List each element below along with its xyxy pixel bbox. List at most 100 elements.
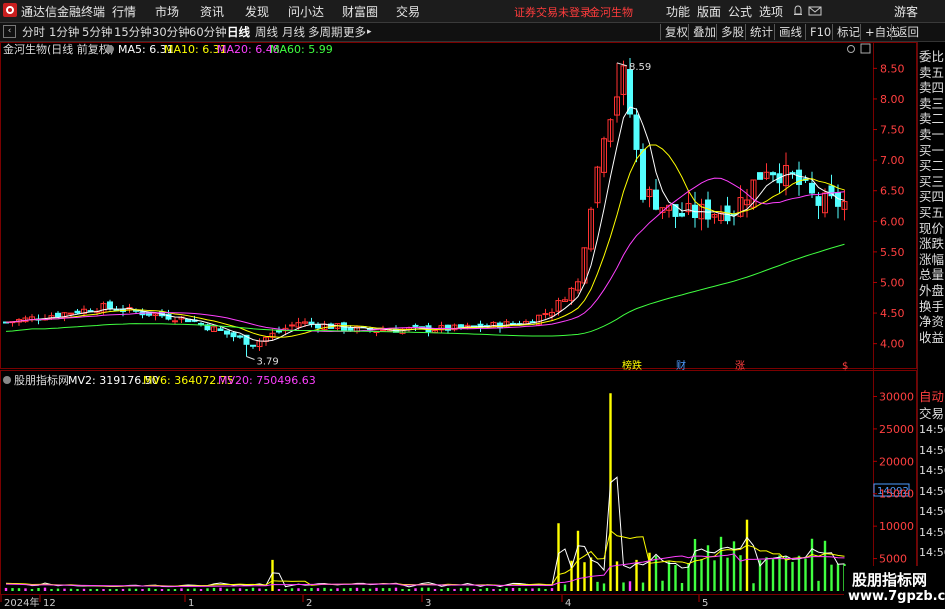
candle-body (237, 335, 243, 338)
menu-gongneng[interactable]: 功能 (666, 3, 690, 20)
volume-bar (654, 556, 658, 591)
volume-bar (316, 588, 320, 591)
indicator-settings-icon[interactable] (106, 45, 114, 53)
btn-tongji[interactable]: 统计 (745, 24, 773, 40)
app-logo-icon (3, 3, 17, 17)
period-monthly[interactable]: 月线 (282, 24, 305, 40)
volume-tick-label: 5000 (879, 553, 907, 566)
volume-bar (232, 588, 235, 591)
btn-f10[interactable]: F10 (805, 24, 831, 40)
menu-shichang[interactable]: 市场 (155, 3, 179, 20)
volume-bar (245, 589, 248, 591)
gear-icon[interactable] (847, 45, 855, 53)
login-notice[interactable]: 证券交易未登录 (514, 4, 591, 20)
volume-bar (817, 580, 820, 591)
volume-bar (251, 587, 255, 591)
ma-line-ma5 (5, 106, 845, 342)
volume-line-mv20 (5, 553, 845, 587)
volume-bar (492, 589, 495, 591)
volume-bar (173, 589, 177, 591)
main-chart-title: 金河生物(日线 前复权) (3, 42, 114, 56)
date-tick-label: 3 (425, 598, 431, 609)
sub-indicator-icon[interactable] (3, 376, 11, 384)
collapse-icon[interactable]: ‹ (3, 25, 16, 38)
candle-body (672, 204, 679, 217)
marker-dollar[interactable]: $ (842, 361, 848, 372)
guest-label[interactable]: 游客 (894, 3, 918, 20)
volume-bar (693, 538, 697, 591)
btn-fanhui[interactable]: 返回 (891, 24, 919, 40)
envelope-icon[interactable] (808, 6, 822, 16)
date-tick-label: 12 (43, 598, 56, 609)
volume-bar (368, 588, 372, 591)
bell-icon[interactable] (794, 5, 802, 15)
watermark: 股朋指标网 www.7gpzb.com (844, 566, 945, 609)
candle-body (230, 332, 237, 338)
volume-bar (667, 561, 671, 591)
marker-zhang[interactable]: 涨 (735, 360, 745, 372)
period-fenshi[interactable]: 分时 (22, 24, 45, 40)
price-tick-label: 4.00 (880, 338, 905, 351)
volume-bar (206, 588, 209, 591)
tick-time: 14:56 (919, 525, 945, 539)
candle-body (542, 313, 549, 316)
btn-diejia[interactable]: 叠加 (688, 24, 716, 40)
date-tick-label: 4 (565, 598, 571, 609)
volume-bar (596, 581, 599, 591)
volume-bar (284, 589, 287, 591)
volume-bar (745, 519, 749, 591)
volume-bar (50, 589, 53, 591)
expand-icon[interactable] (860, 43, 871, 54)
volume-bar (4, 587, 8, 591)
volume-bar (414, 588, 417, 591)
volume-bar (375, 587, 378, 591)
menu-xuanxiang[interactable]: 选项 (759, 3, 783, 20)
period-60min[interactable]: 60分钟 (189, 24, 227, 40)
menu-wenxiaoda[interactable]: 问小达 (288, 3, 324, 20)
menu-hangqing[interactable]: 行情 (112, 3, 136, 20)
marker-cai[interactable]: 财 (676, 359, 686, 372)
more-arrow-icon[interactable]: ▸ (367, 24, 372, 40)
marker-bangdie[interactable]: 榜跌 (622, 359, 642, 372)
main-chart-frame (0, 42, 917, 369)
volume-bar (407, 589, 411, 591)
menu-zixun[interactable]: 资讯 (200, 3, 224, 20)
period-5min[interactable]: 5分钟 (82, 24, 112, 40)
btn-huaxian[interactable]: 画线 (774, 24, 802, 40)
volume-bar (589, 557, 593, 591)
period-15min[interactable]: 15分钟 (114, 24, 152, 40)
volume-bar (641, 582, 645, 591)
btn-biaoji[interactable]: 标记 (832, 24, 860, 40)
volume-bar (719, 536, 723, 591)
period-multi[interactable]: 多周期 (308, 24, 343, 40)
period-1min[interactable]: 1分钟 (49, 24, 79, 40)
period-daily[interactable]: 日线 (227, 24, 250, 40)
high-label: 8.59 (629, 62, 651, 73)
menu-jiaoyi[interactable]: 交易 (396, 3, 420, 20)
menu-caifuquan[interactable]: 财富圈 (342, 3, 378, 20)
volume-bar (778, 555, 781, 591)
candle-body (380, 329, 386, 332)
volume-bar (297, 588, 300, 591)
date-tick-label: 2024年 (4, 596, 39, 609)
volume-bar (167, 589, 170, 591)
volume-bar (550, 588, 554, 591)
volume-bar (180, 588, 183, 591)
volume-bar (329, 588, 333, 591)
period-30min[interactable]: 30分钟 (152, 24, 190, 40)
menu-banmian[interactable]: 版面 (697, 3, 721, 20)
kline-chart-area[interactable]: 金河生物(日线 前复权) MA5: 6.31 MA10: 6.31 MA20: … (0, 42, 917, 609)
volume-bar (362, 588, 365, 591)
tick-time: 14:56 (919, 505, 945, 518)
btn-duogu[interactable]: 多股 (716, 24, 744, 40)
menu-gongshi[interactable]: 公式 (728, 3, 752, 20)
period-more[interactable]: 更多 (343, 24, 366, 40)
trade-label[interactable]: 交易 (919, 403, 945, 422)
menu-faxian[interactable]: 发现 (245, 3, 269, 20)
period-weekly[interactable]: 周线 (255, 24, 278, 40)
candle-body (347, 327, 354, 331)
volume-bar (791, 561, 794, 591)
volume-bar (141, 589, 144, 591)
btn-fuquan[interactable]: 复权 (660, 24, 688, 40)
sub-chart-title: 股朋指标网 (14, 373, 69, 387)
